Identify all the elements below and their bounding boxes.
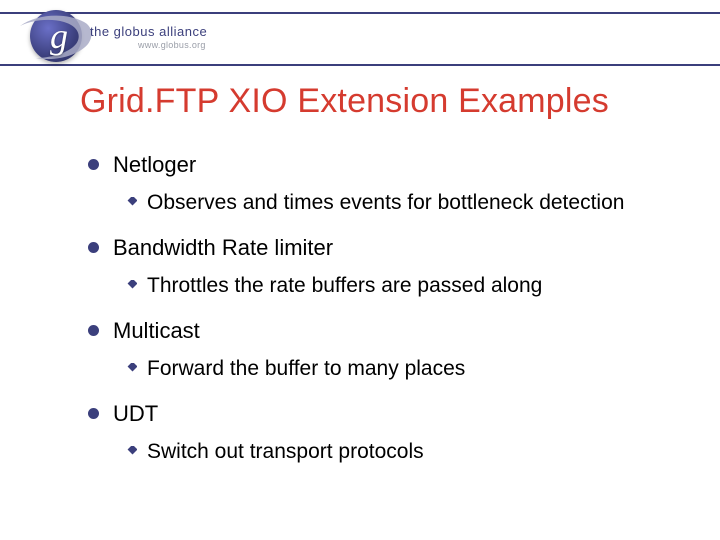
circle-bullet-icon — [88, 325, 99, 336]
bullet-text: UDT — [113, 399, 158, 429]
bullet-text: Bandwidth Rate limiter — [113, 233, 333, 263]
diamond-bullet-icon — [126, 446, 137, 457]
bullet-text: Switch out transport protocols — [147, 437, 424, 466]
logo-letter-g: g — [44, 16, 74, 56]
bullet-level1: UDT — [88, 399, 668, 429]
bullet-text: Throttles the rate buffers are passed al… — [147, 271, 542, 300]
bullet-level2: Throttles the rate buffers are passed al… — [126, 271, 668, 300]
slide-content: Netloger Observes and times events for b… — [88, 150, 668, 482]
diamond-bullet-icon — [126, 197, 137, 208]
logo-text: the globus alliance — [90, 24, 207, 39]
circle-bullet-icon — [88, 408, 99, 419]
bullet-text: Netloger — [113, 150, 196, 180]
diamond-bullet-icon — [126, 280, 137, 291]
bullet-level2: Forward the buffer to many places — [126, 354, 668, 383]
bullet-level2: Switch out transport protocols — [126, 437, 668, 466]
circle-bullet-icon — [88, 159, 99, 170]
bullet-level1: Bandwidth Rate limiter — [88, 233, 668, 263]
header-band: g the globus alliance www.globus.org — [0, 0, 720, 66]
diamond-bullet-icon — [126, 363, 137, 374]
bullet-text: Multicast — [113, 316, 200, 346]
globus-logo: g the globus alliance www.globus.org — [8, 4, 218, 60]
bullet-text: Observes and times events for bottleneck… — [147, 188, 624, 217]
bullet-level1: Netloger — [88, 150, 668, 180]
circle-bullet-icon — [88, 242, 99, 253]
slide-title: Grid.FTP XIO Extension Examples — [80, 82, 609, 121]
bullet-level1: Multicast — [88, 316, 668, 346]
bullet-level2: Observes and times events for bottleneck… — [126, 188, 668, 217]
header-bottom-line — [0, 64, 720, 66]
logo-url: www.globus.org — [138, 40, 206, 50]
slide: g the globus alliance www.globus.org Gri… — [0, 0, 720, 540]
bullet-text: Forward the buffer to many places — [147, 354, 465, 383]
